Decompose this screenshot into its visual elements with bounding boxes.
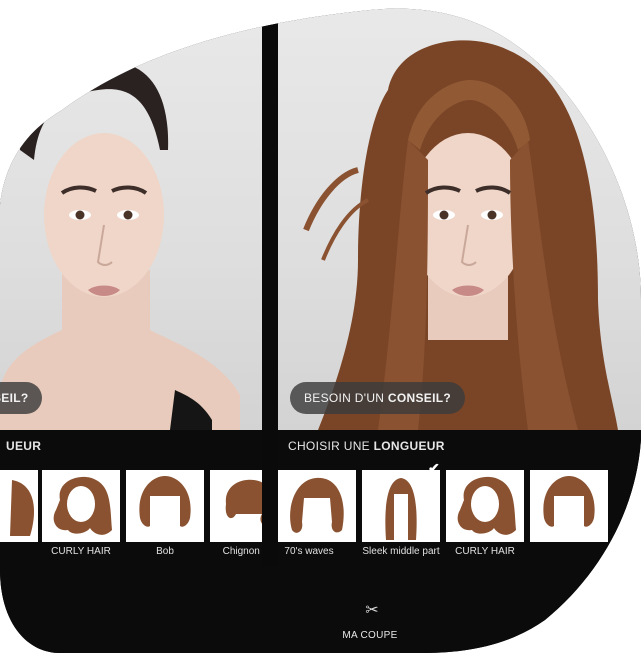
bob-hair-icon xyxy=(530,470,608,542)
hairstyle-label: CURLY HAIR xyxy=(455,546,515,557)
preview-photo xyxy=(278,0,641,430)
length-header-prefix: CHOISIR UNE xyxy=(288,439,374,453)
hairstyle-carousel[interactable]: CURLY HAIR Bob Chignon Dé xyxy=(0,462,262,566)
advice-button[interactable]: BESOIN D'UN CONSEIL? xyxy=(290,382,465,414)
advice-button-bold-text: NSEIL? xyxy=(1,391,29,405)
hairstyle-label: 70's waves xyxy=(284,546,334,557)
bob-hair-icon xyxy=(126,470,204,542)
length-header-bold: UEUR xyxy=(6,439,42,453)
hairstyle-thumb-sleek-middle-part[interactable] xyxy=(362,470,440,542)
advice-button-text: BESOIN D'UN xyxy=(304,391,388,405)
hairstyle-thumb-curly[interactable] xyxy=(42,470,120,542)
advice-button-bold-text: CONSEIL? xyxy=(387,391,451,405)
device-view: NSEIL? UEUR xyxy=(0,0,641,653)
selected-check-icon: ✔ xyxy=(428,460,440,476)
model-portrait-original xyxy=(0,0,262,430)
length-header-bold: LONGUEUR xyxy=(373,439,445,453)
sleek-hair-icon xyxy=(362,470,440,542)
hairstyle-thumb-bob[interactable] xyxy=(126,470,204,542)
hairstyle-carousel[interactable]: ✔ 70's waves Sleek middle part CURLY HAI… xyxy=(278,462,641,566)
waves-hair-icon xyxy=(278,470,356,542)
curly-hair-icon xyxy=(446,470,524,542)
hairstyle-label: CURLY HAIR xyxy=(51,546,111,557)
curly-hair-icon xyxy=(42,470,120,542)
length-selector-header: CHOISIR UNE LONGUEUR xyxy=(278,430,641,462)
hair-icon xyxy=(0,470,38,542)
app-screen: NSEIL? UEUR xyxy=(0,0,641,653)
panel-divider xyxy=(262,0,278,653)
my-cut-button[interactable]: MA COUPE xyxy=(330,630,410,641)
hairstyle-thumb-bob[interactable] xyxy=(530,470,608,542)
bottom-toolbar xyxy=(0,566,641,653)
scissors-icon[interactable]: ✂ xyxy=(362,600,382,620)
hairstyle-thumb-partial[interactable] xyxy=(0,470,38,542)
advice-button[interactable]: NSEIL? xyxy=(0,382,42,414)
hairstyle-thumb-70s-waves[interactable] xyxy=(278,470,356,542)
hairstyle-thumb-chignon[interactable] xyxy=(210,470,262,542)
length-selector-header: UEUR xyxy=(0,430,262,462)
model-portrait-preview xyxy=(278,0,641,430)
hairstyle-thumb-curly[interactable] xyxy=(446,470,524,542)
after-panel: BESOIN D'UN CONSEIL? CHOISIR UNE LONGUEU… xyxy=(278,0,641,653)
hairstyle-label: Sleek middle part xyxy=(362,546,440,557)
hairstyle-label: Chignon Dé xyxy=(222,546,260,557)
chignon-hair-icon xyxy=(210,470,262,542)
before-panel: NSEIL? UEUR xyxy=(0,0,262,653)
original-photo xyxy=(0,0,262,430)
hairstyle-label: Bob xyxy=(156,546,174,557)
